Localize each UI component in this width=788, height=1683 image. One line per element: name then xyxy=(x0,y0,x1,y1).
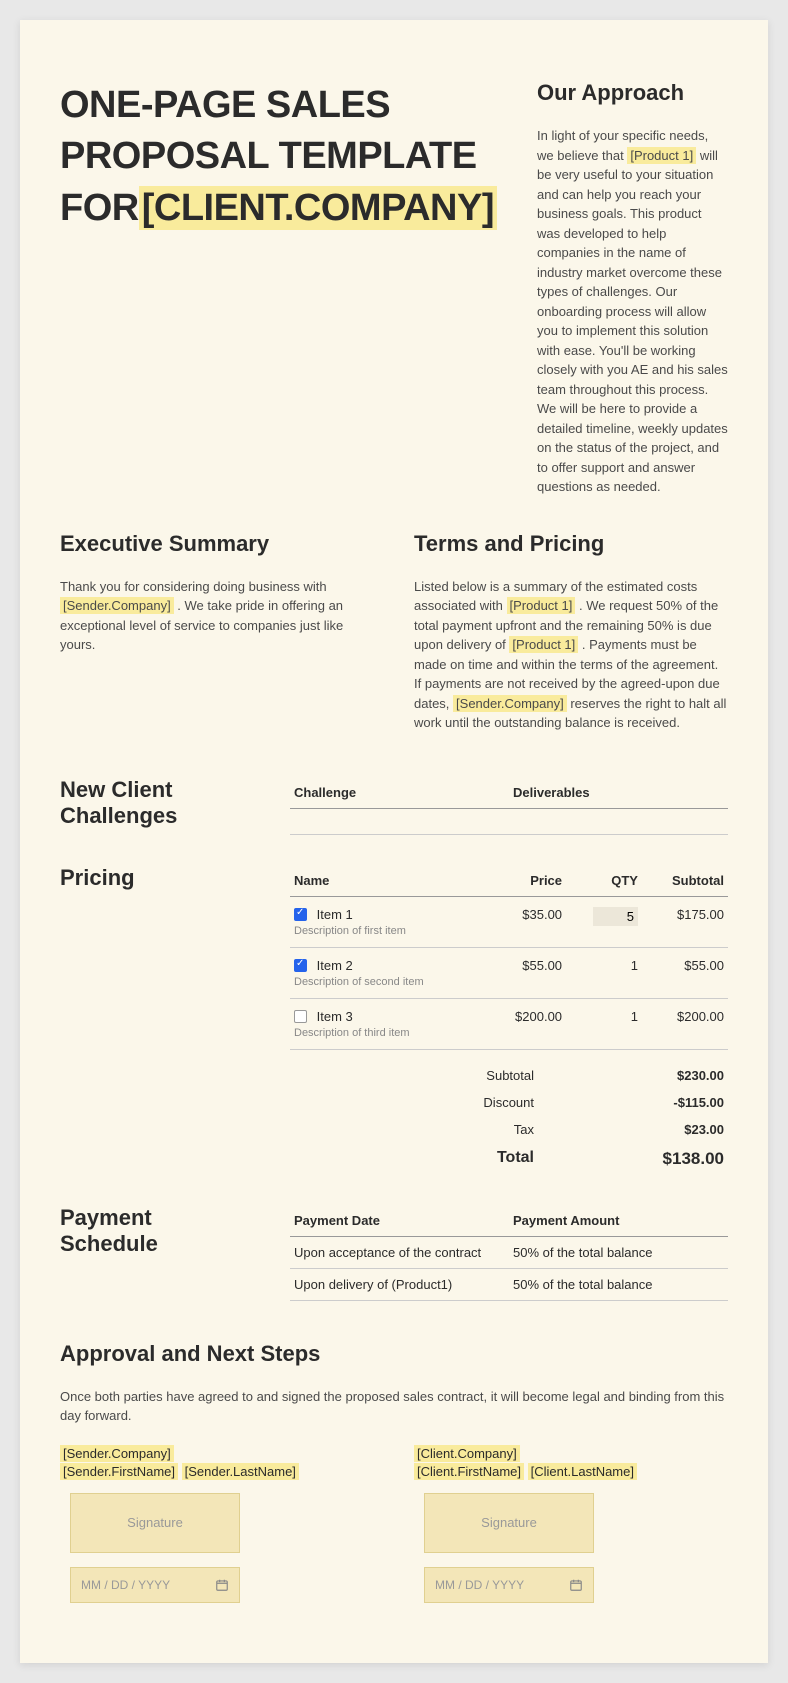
sender-signature-block: [Sender.Company] [Sender.FirstName] [Sen… xyxy=(60,1446,374,1603)
payment-date-col-header: Payment Date xyxy=(290,1205,509,1237)
qty-input[interactable] xyxy=(593,907,638,926)
approval-heading: Approval and Next Steps xyxy=(60,1341,728,1367)
qty-value: 1 xyxy=(631,958,638,973)
deliverables-col-header: Deliverables xyxy=(509,777,728,809)
proposal-document: ONE-PAGE SALES PROPOSAL TEMPLATE FOR[CLI… xyxy=(20,20,768,1663)
client-firstname-token: [Client.FirstName] xyxy=(414,1463,524,1480)
client-company-token: [Client.Company] xyxy=(414,1445,520,1462)
qty-value: 1 xyxy=(631,1009,638,1024)
item-price: $35.00 xyxy=(487,896,566,947)
client-lastname-token: [Client.LastName] xyxy=(528,1463,637,1480)
exec-summary-heading: Executive Summary xyxy=(60,531,374,557)
signature-placeholder: Signature xyxy=(481,1515,537,1530)
sender-company-token: [Sender.Company] xyxy=(60,1445,174,1462)
client-signature-block: [Client.Company] [Client.FirstName] [Cli… xyxy=(414,1446,728,1603)
terms-text: Listed below is a summary of the estimat… xyxy=(414,577,728,733)
tax-value: $23.00 xyxy=(614,1122,724,1137)
text-part: Thank you for considering doing business… xyxy=(60,579,327,594)
pricing-row: Item 2 Description of second item $55.00… xyxy=(290,947,728,998)
item-subtotal: $200.00 xyxy=(642,998,728,1049)
name-col-header: Name xyxy=(290,865,487,897)
challenge-col-header: Challenge xyxy=(290,777,509,809)
item-description: Description of first item xyxy=(294,925,483,937)
pricing-heading: Pricing xyxy=(60,865,250,1175)
item-name: Item 3 xyxy=(317,1009,353,1024)
challenges-table: Challenge Deliverables xyxy=(290,777,728,835)
product-token: [Product 1] xyxy=(509,636,578,653)
item-checkbox[interactable] xyxy=(294,959,307,972)
item-description: Description of third item xyxy=(294,1027,483,1039)
exec-summary-text: Thank you for considering doing business… xyxy=(60,577,374,655)
calendar-icon xyxy=(569,1578,583,1592)
item-checkbox[interactable] xyxy=(294,1010,307,1023)
sender-date-field[interactable]: MM / DD / YYYY xyxy=(70,1567,240,1603)
challenges-heading: New Client Challenges xyxy=(60,777,250,835)
subtotal-value: $230.00 xyxy=(614,1068,724,1083)
payment-date: Upon acceptance of the contract xyxy=(290,1236,509,1268)
date-placeholder: MM / DD / YYYY xyxy=(435,1578,524,1592)
approach-text-part: will be very useful to your situation an… xyxy=(537,148,728,495)
subtotal-col-header: Subtotal xyxy=(642,865,728,897)
product-token: [Product 1] xyxy=(627,147,696,164)
signature-placeholder: Signature xyxy=(127,1515,183,1530)
client-date-field[interactable]: MM / DD / YYYY xyxy=(424,1567,594,1603)
date-placeholder: MM / DD / YYYY xyxy=(81,1578,170,1592)
payment-amount-col-header: Payment Amount xyxy=(509,1205,728,1237)
item-checkbox[interactable] xyxy=(294,908,307,921)
discount-label: Discount xyxy=(434,1095,534,1110)
item-price: $55.00 xyxy=(487,947,566,998)
schedule-table: Payment Date Payment Amount Upon accepta… xyxy=(290,1205,728,1301)
calendar-icon xyxy=(215,1578,229,1592)
client-company-token: [CLIENT.COMPANY] xyxy=(139,186,497,230)
product-token: [Product 1] xyxy=(507,597,576,614)
sender-firstname-token: [Sender.FirstName] xyxy=(60,1463,178,1480)
subtotal-label: Subtotal xyxy=(434,1068,534,1083)
table-row xyxy=(290,808,728,834)
discount-value: -$115.00 xyxy=(614,1095,724,1110)
schedule-row: Upon delivery of (Product1) 50% of the t… xyxy=(290,1268,728,1300)
total-label: Total xyxy=(434,1149,534,1169)
item-subtotal: $175.00 xyxy=(642,896,728,947)
price-col-header: Price xyxy=(487,865,566,897)
sender-company-token: [Sender.Company] xyxy=(60,597,174,614)
payment-date: Upon delivery of (Product1) xyxy=(290,1268,509,1300)
document-title: ONE-PAGE SALES PROPOSAL TEMPLATE FOR[CLI… xyxy=(60,80,497,234)
payment-amount: 50% of the total balance xyxy=(509,1236,728,1268)
pricing-table: Name Price QTY Subtotal Item 1 Descripti… xyxy=(290,865,728,1050)
approval-text: Once both parties have agreed to and sig… xyxy=(60,1387,728,1426)
item-name: Item 2 xyxy=(317,958,353,973)
qty-col-header: QTY xyxy=(566,865,642,897)
totals-block: Subtotal $230.00 Discount -$115.00 Tax $… xyxy=(290,1062,728,1175)
tax-label: Tax xyxy=(434,1122,534,1137)
schedule-row: Upon acceptance of the contract 50% of t… xyxy=(290,1236,728,1268)
item-subtotal: $55.00 xyxy=(642,947,728,998)
item-price: $200.00 xyxy=(487,998,566,1049)
item-description: Description of second item xyxy=(294,976,483,988)
total-value: $138.00 xyxy=(614,1149,724,1169)
payment-amount: 50% of the total balance xyxy=(509,1268,728,1300)
sender-lastname-token: [Sender.LastName] xyxy=(182,1463,299,1480)
sender-company-token: [Sender.Company] xyxy=(453,695,567,712)
item-name: Item 1 xyxy=(317,907,353,922)
client-signature-field[interactable]: Signature xyxy=(424,1493,594,1553)
approach-text: In light of your specific needs, we beli… xyxy=(537,126,728,497)
sender-signature-field[interactable]: Signature xyxy=(70,1493,240,1553)
approach-heading: Our Approach xyxy=(537,80,728,106)
pricing-row: Item 3 Description of third item $200.00… xyxy=(290,998,728,1049)
schedule-heading: Payment Schedule xyxy=(60,1205,250,1301)
terms-heading: Terms and Pricing xyxy=(414,531,728,557)
pricing-row: Item 1 Description of first item $35.00 … xyxy=(290,896,728,947)
